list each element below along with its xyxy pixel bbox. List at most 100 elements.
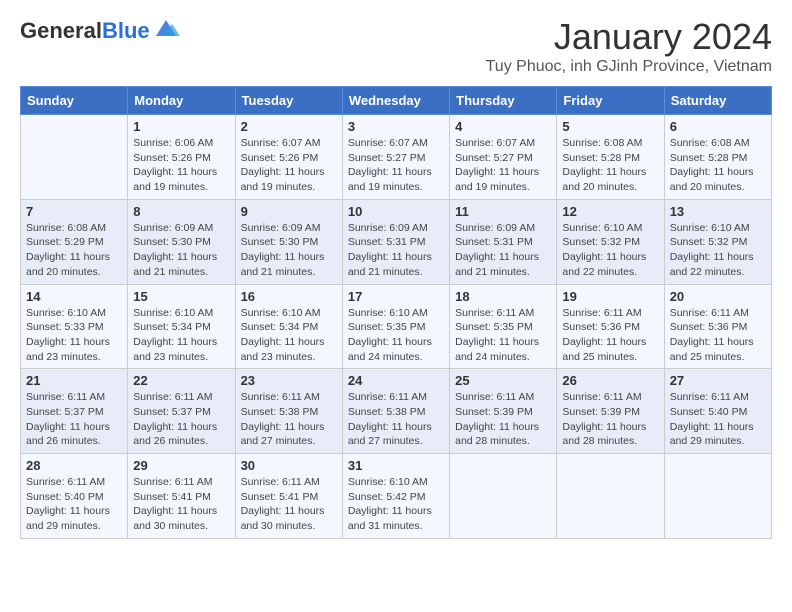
calendar-cell: 24 Sunrise: 6:11 AMSunset: 5:38 PMDayligh…	[342, 369, 449, 454]
day-detail: Sunrise: 6:10 AMSunset: 5:32 PMDaylight:…	[670, 221, 766, 280]
weekday-header-sunday: Sunday	[21, 87, 128, 115]
calendar-cell: 4 Sunrise: 6:07 AMSunset: 5:27 PMDaylight…	[450, 115, 557, 200]
day-number: 3	[348, 119, 444, 134]
day-number: 16	[241, 289, 337, 304]
calendar-cell: 31Sunrise: 6:10 AMSunset: 5:42 PMDayligh…	[342, 454, 449, 539]
day-detail: Sunrise: 6:11 AMSunset: 5:41 PMDaylight:…	[133, 475, 229, 534]
day-detail: Sunrise: 6:11 AMSunset: 5:36 PMDaylight:…	[670, 306, 766, 365]
day-number: 6	[670, 119, 766, 134]
calendar-week-5: 28 Sunrise: 6:11 AMSunset: 5:40 PMDayligh…	[21, 454, 772, 539]
calendar-cell: 11Sunrise: 6:09 AMSunset: 5:31 PMDayligh…	[450, 199, 557, 284]
day-detail: Sunrise: 6:11 AMSunset: 5:40 PMDaylight:…	[670, 390, 766, 449]
calendar-cell: 25Sunrise: 6:11 AMSunset: 5:39 PMDayligh…	[450, 369, 557, 454]
calendar-cell: 8 Sunrise: 6:09 AMSunset: 5:30 PMDaylight…	[128, 199, 235, 284]
calendar-cell: 30 Sunrise: 6:11 AMSunset: 5:41 PMDayligh…	[235, 454, 342, 539]
day-number: 8	[133, 204, 229, 219]
day-number: 5	[562, 119, 658, 134]
day-detail: Sunrise: 6:11 AMSunset: 5:40 PMDaylight:…	[26, 475, 122, 534]
day-detail: Sunrise: 6:11 AMSunset: 5:39 PMDaylight:…	[562, 390, 658, 449]
day-number: 17	[348, 289, 444, 304]
calendar-week-1: 1Sunrise: 6:06 AMSunset: 5:26 PMDaylight…	[21, 115, 772, 200]
day-detail: Sunrise: 6:10 AMSunset: 5:32 PMDaylight:…	[562, 221, 658, 280]
calendar-cell: 17 Sunrise: 6:10 AMSunset: 5:35 PMDayligh…	[342, 284, 449, 369]
calendar-cell: 7 Sunrise: 6:08 AMSunset: 5:29 PMDaylight…	[21, 199, 128, 284]
day-number: 7	[26, 204, 122, 219]
day-detail: Sunrise: 6:11 AMSunset: 5:37 PMDaylight:…	[133, 390, 229, 449]
day-number: 13	[670, 204, 766, 219]
calendar-cell: 10 Sunrise: 6:09 AMSunset: 5:31 PMDayligh…	[342, 199, 449, 284]
day-number: 18	[455, 289, 551, 304]
title-area: January 2024 Tuy Phuoc, inh GJinh Provin…	[486, 16, 772, 76]
day-number: 30	[241, 458, 337, 473]
calendar-header: SundayMondayTuesdayWednesdayThursdayFrid…	[21, 87, 772, 115]
day-number: 28	[26, 458, 122, 473]
calendar-week-3: 14 Sunrise: 6:10 AMSunset: 5:33 PMDayligh…	[21, 284, 772, 369]
calendar-week-4: 21 Sunrise: 6:11 AMSunset: 5:37 PMDayligh…	[21, 369, 772, 454]
logo-icon	[152, 18, 180, 40]
day-detail: Sunrise: 6:11 AMSunset: 5:35 PMDaylight:…	[455, 306, 551, 365]
day-number: 20	[670, 289, 766, 304]
day-number: 11	[455, 204, 551, 219]
day-detail: Sunrise: 6:08 AMSunset: 5:28 PMDaylight:…	[670, 136, 766, 195]
day-number: 23	[241, 373, 337, 388]
logo: GeneralBlue	[20, 20, 180, 43]
weekday-header-friday: Friday	[557, 87, 664, 115]
day-detail: Sunrise: 6:10 AMSunset: 5:33 PMDaylight:…	[26, 306, 122, 365]
logo-general: General	[20, 18, 102, 43]
calendar-cell: 12 Sunrise: 6:10 AMSunset: 5:32 PMDayligh…	[557, 199, 664, 284]
day-detail: Sunrise: 6:11 AMSunset: 5:38 PMDaylight:…	[241, 390, 337, 449]
calendar-cell: 26 Sunrise: 6:11 AMSunset: 5:39 PMDayligh…	[557, 369, 664, 454]
day-number: 21	[26, 373, 122, 388]
calendar-cell: 14 Sunrise: 6:10 AMSunset: 5:33 PMDayligh…	[21, 284, 128, 369]
day-detail: Sunrise: 6:09 AMSunset: 5:31 PMDaylight:…	[348, 221, 444, 280]
calendar-cell: 20 Sunrise: 6:11 AMSunset: 5:36 PMDayligh…	[664, 284, 771, 369]
calendar-cell: 1Sunrise: 6:06 AMSunset: 5:26 PMDaylight…	[128, 115, 235, 200]
day-detail: Sunrise: 6:11 AMSunset: 5:36 PMDaylight:…	[562, 306, 658, 365]
calendar-cell	[21, 115, 128, 200]
day-number: 10	[348, 204, 444, 219]
weekday-row: SundayMondayTuesdayWednesdayThursdayFrid…	[21, 87, 772, 115]
calendar-cell: 27Sunrise: 6:11 AMSunset: 5:40 PMDayligh…	[664, 369, 771, 454]
day-detail: Sunrise: 6:10 AMSunset: 5:34 PMDaylight:…	[133, 306, 229, 365]
day-detail: Sunrise: 6:10 AMSunset: 5:34 PMDaylight:…	[241, 306, 337, 365]
calendar-cell: 23 Sunrise: 6:11 AMSunset: 5:38 PMDayligh…	[235, 369, 342, 454]
day-detail: Sunrise: 6:08 AMSunset: 5:28 PMDaylight:…	[562, 136, 658, 195]
calendar-subtitle: Tuy Phuoc, inh GJinh Province, Vietnam	[486, 58, 772, 76]
day-number: 2	[241, 119, 337, 134]
weekday-header-tuesday: Tuesday	[235, 87, 342, 115]
day-detail: Sunrise: 6:10 AMSunset: 5:42 PMDaylight:…	[348, 475, 444, 534]
calendar-cell: 2 Sunrise: 6:07 AMSunset: 5:26 PMDaylight…	[235, 115, 342, 200]
day-detail: Sunrise: 6:11 AMSunset: 5:41 PMDaylight:…	[241, 475, 337, 534]
weekday-header-monday: Monday	[128, 87, 235, 115]
calendar-cell: 5 Sunrise: 6:08 AMSunset: 5:28 PMDaylight…	[557, 115, 664, 200]
calendar-cell: 22 Sunrise: 6:11 AMSunset: 5:37 PMDayligh…	[128, 369, 235, 454]
weekday-header-wednesday: Wednesday	[342, 87, 449, 115]
calendar-title: January 2024	[486, 16, 772, 58]
day-number: 24	[348, 373, 444, 388]
day-number: 12	[562, 204, 658, 219]
day-number: 4	[455, 119, 551, 134]
day-detail: Sunrise: 6:11 AMSunset: 5:37 PMDaylight:…	[26, 390, 122, 449]
calendar-cell: 13 Sunrise: 6:10 AMSunset: 5:32 PMDayligh…	[664, 199, 771, 284]
calendar-cell: 6 Sunrise: 6:08 AMSunset: 5:28 PMDaylight…	[664, 115, 771, 200]
calendar-cell: 19 Sunrise: 6:11 AMSunset: 5:36 PMDayligh…	[557, 284, 664, 369]
day-detail: Sunrise: 6:11 AMSunset: 5:39 PMDaylight:…	[455, 390, 551, 449]
day-detail: Sunrise: 6:07 AMSunset: 5:27 PMDaylight:…	[455, 136, 551, 195]
header: GeneralBlue January 2024 Tuy Phuoc, inh …	[20, 16, 772, 76]
day-detail: Sunrise: 6:09 AMSunset: 5:30 PMDaylight:…	[241, 221, 337, 280]
day-number: 26	[562, 373, 658, 388]
day-detail: Sunrise: 6:07 AMSunset: 5:26 PMDaylight:…	[241, 136, 337, 195]
day-detail: Sunrise: 6:08 AMSunset: 5:29 PMDaylight:…	[26, 221, 122, 280]
weekday-header-saturday: Saturday	[664, 87, 771, 115]
day-number: 29	[133, 458, 229, 473]
day-number: 22	[133, 373, 229, 388]
day-detail: Sunrise: 6:11 AMSunset: 5:38 PMDaylight:…	[348, 390, 444, 449]
calendar-cell: 3Sunrise: 6:07 AMSunset: 5:27 PMDaylight…	[342, 115, 449, 200]
day-number: 19	[562, 289, 658, 304]
day-detail: Sunrise: 6:09 AMSunset: 5:30 PMDaylight:…	[133, 221, 229, 280]
day-number: 15	[133, 289, 229, 304]
calendar-body: 1Sunrise: 6:06 AMSunset: 5:26 PMDaylight…	[21, 115, 772, 539]
day-detail: Sunrise: 6:10 AMSunset: 5:35 PMDaylight:…	[348, 306, 444, 365]
calendar-cell: 15 Sunrise: 6:10 AMSunset: 5:34 PMDayligh…	[128, 284, 235, 369]
day-number: 14	[26, 289, 122, 304]
